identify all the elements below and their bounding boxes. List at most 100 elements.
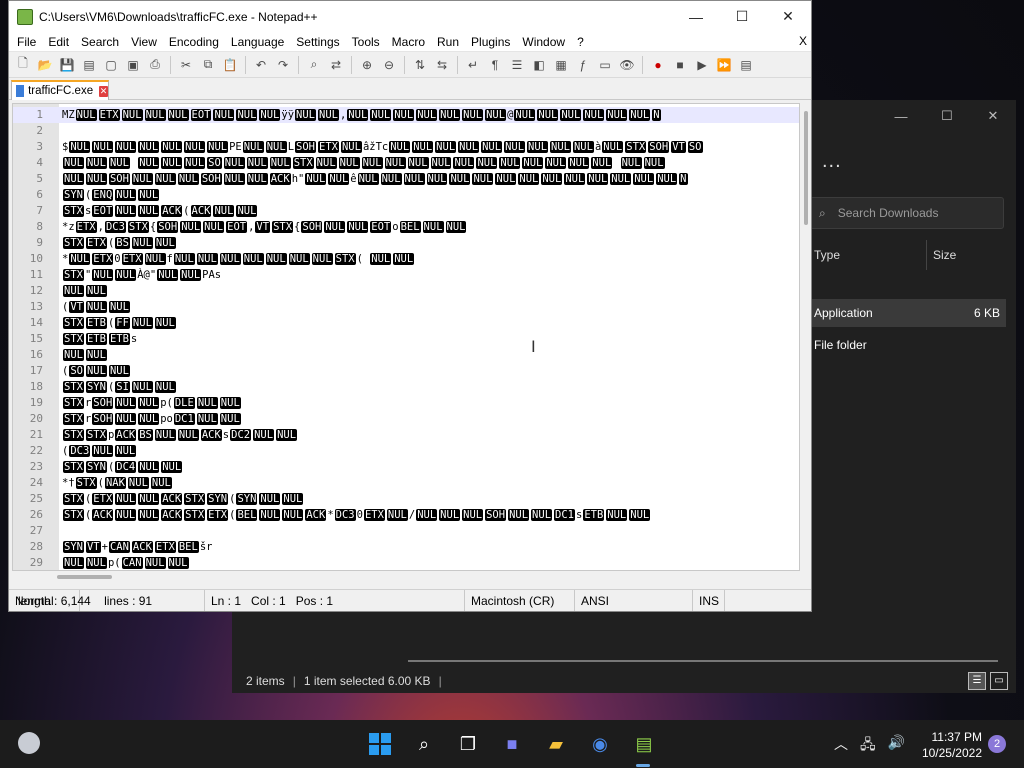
more-options-button[interactable]: ... [822, 150, 842, 173]
document-map-icon[interactable]: ▦ [551, 55, 571, 75]
tiles-view-icon[interactable]: ▭ [990, 672, 1008, 690]
run-macro-multiple-icon[interactable]: ⏩ [714, 55, 734, 75]
column-header-size[interactable]: Size [927, 240, 956, 270]
editor-line[interactable]: 1 MZ NUL ETX NUL NUL NUL EOT NUL NUL NUL ÿÿ NUL NUL, N… [13, 107, 799, 123]
start-button[interactable] [364, 728, 396, 760]
minimize-icon[interactable]: — [673, 1, 719, 32]
save-macro-icon[interactable]: ▤ [736, 55, 756, 75]
editor-line[interactable]: 28 SYN VT + CAN ACK ETX BEL šr [13, 539, 799, 555]
editor-line[interactable]: 4 NUL NUL NUL NUL NUL NUL SO NUL NUL NUL STX NUL NUL… [13, 155, 799, 171]
editor-line[interactable]: 6 SYN(ENQ NUL NUL [13, 187, 799, 203]
editor-line[interactable]: 19 STX r SOH NUL NUL p(DLE NUL NUL [13, 395, 799, 411]
editor-line[interactable]: 10 * NUL ETX 0 ETX NUL f NUL NUL NUL NUL NUL NUL NUL ST… [13, 251, 799, 267]
editor-line[interactable]: 12 NUL NUL [13, 283, 799, 299]
print-icon[interactable]: ⎙ [145, 55, 165, 75]
menu-tools[interactable]: Tools [346, 35, 386, 49]
editor-line[interactable]: 29 NUL NUL p(CAN NUL NUL [13, 555, 799, 570]
weather-icon[interactable] [18, 732, 40, 754]
editor-line[interactable]: 23 STX SYN(DC4 NUL NUL [13, 459, 799, 475]
column-header-type[interactable]: Type [810, 240, 927, 270]
menu-settings[interactable]: Settings [290, 35, 345, 49]
editor-area[interactable]: 1 MZ NUL ETX NUL NUL NUL EOT NUL NUL NUL ÿÿ NUL NUL, N… [12, 103, 800, 571]
open-file-icon[interactable]: 📂 [35, 55, 55, 75]
maximize-icon[interactable]: ☐ [924, 100, 970, 132]
close-icon[interactable]: ✕ [765, 1, 811, 32]
sync-vertical-icon[interactable]: ⇅ [410, 55, 430, 75]
close-icon[interactable]: ✕ [970, 100, 1016, 132]
horizontal-scrollbar[interactable] [12, 571, 800, 583]
notification-badge[interactable]: 2 [988, 735, 1006, 753]
menu-macro[interactable]: Macro [386, 35, 431, 49]
record-macro-icon[interactable]: ● [648, 55, 668, 75]
editor-line[interactable]: 18 STX SYN(SI NUL NUL [13, 379, 799, 395]
file-explorer-icon[interactable]: ▰ [540, 728, 572, 760]
network-icon[interactable]: 🖧 [860, 734, 876, 758]
sync-horizontal-icon[interactable]: ⇆ [432, 55, 452, 75]
editor-line[interactable]: 20 STX r SOH NUL NUL po DC1 NUL NUL [13, 411, 799, 427]
task-view-icon[interactable]: ❐ [452, 728, 484, 760]
volume-icon[interactable]: 🔊 [888, 734, 905, 758]
notepad-plus-plus-icon[interactable]: ▤ [628, 728, 660, 760]
chat-icon[interactable]: ■ [496, 728, 528, 760]
menu-plugins[interactable]: Plugins [465, 35, 516, 49]
menu-edit[interactable]: Edit [42, 35, 75, 49]
editor-line[interactable]: 8 *z ETX, DC3 STX{SOH NUL NUL EOT, VT STX{SOH NUL N… [13, 219, 799, 235]
replace-icon[interactable]: ⇄ [326, 55, 346, 75]
editor-line[interactable]: 13 (VT NUL NUL [13, 299, 799, 315]
title-bar[interactable]: C:\Users\VM6\Downloads\trafficFC.exe - N… [9, 1, 811, 32]
close-all-icon[interactable]: ▣ [123, 55, 143, 75]
clock[interactable]: 11:37 PM 10/25/2022 [922, 729, 982, 761]
editor-line[interactable]: 7 STX s EOT NUL NUL ACK(ACK NUL NUL [13, 203, 799, 219]
menu-encoding[interactable]: Encoding [163, 35, 225, 49]
horizontal-scrollbar[interactable] [408, 660, 998, 662]
editor-line[interactable]: 16 NUL NUL [13, 347, 799, 363]
minimize-icon[interactable]: — [878, 100, 924, 132]
menu-run[interactable]: Run [431, 35, 465, 49]
editor-line[interactable]: 17 (SO NUL NUL [13, 363, 799, 379]
editor-line[interactable]: 5 NUL NUL SOH NUL NUL NUL SOH NUL NUL ACK h" NUL NUL ê… [13, 171, 799, 187]
editor-line[interactable]: 25 STX(ETX NUL NUL ACK STX SYN(SYN NUL NUL [13, 491, 799, 507]
monitoring-icon[interactable]: 👁 [617, 55, 637, 75]
close-tab-icon[interactable]: ✕ [99, 85, 108, 97]
details-view-icon[interactable]: ☰ [968, 672, 986, 690]
save-icon[interactable]: 💾 [57, 55, 77, 75]
search-icon[interactable]: ⌕ [408, 728, 440, 760]
editor-line[interactable]: 9 STX ETX(BS NUL NUL [13, 235, 799, 251]
file-row-selected[interactable]: Application 6 KB [810, 299, 1006, 327]
editor-line[interactable]: 24 *† STX(NAK NUL NUL [13, 475, 799, 491]
indent-guide-icon[interactable]: ☰ [507, 55, 527, 75]
editor-line[interactable]: 15 STX ETB ETB s [13, 331, 799, 347]
save-all-icon[interactable]: ▤ [79, 55, 99, 75]
copy-icon[interactable]: ⧉ [198, 55, 218, 75]
folder-workspace-icon[interactable]: ▭ [595, 55, 615, 75]
menu-file[interactable]: File [11, 35, 42, 49]
cut-icon[interactable]: ✂ [176, 55, 196, 75]
editor-line[interactable]: 14 STX ETB(FF NUL NUL [13, 315, 799, 331]
menu-window[interactable]: Window [516, 35, 571, 49]
zoom-out-icon[interactable]: ⊖ [379, 55, 399, 75]
tab-document[interactable]: trafficFC.exe ✕ [11, 80, 109, 100]
menu-view[interactable]: View [125, 35, 163, 49]
find-icon[interactable]: ⌕ [304, 55, 324, 75]
undo-icon[interactable]: ↶ [251, 55, 271, 75]
close-file-icon[interactable]: ▢ [101, 55, 121, 75]
redo-icon[interactable]: ↷ [273, 55, 293, 75]
paste-icon[interactable]: 📋 [220, 55, 240, 75]
editor-line[interactable]: 26 STX(ACK NUL NUL ACK STX ETX(BEL NUL NUL ACK * DC… [13, 507, 799, 523]
menu-search[interactable]: Search [75, 35, 125, 49]
chrome-icon[interactable]: ◉ [584, 728, 616, 760]
word-wrap-icon[interactable]: ↵ [463, 55, 483, 75]
play-macro-icon[interactable]: ▶ [692, 55, 712, 75]
stop-macro-icon[interactable]: ■ [670, 55, 690, 75]
editor-line[interactable]: 11 STX " NUL NUL À@" NUL NUL PAs [13, 267, 799, 283]
editor-line[interactable]: 22 (DC3 NUL NUL [13, 443, 799, 459]
editor-line[interactable]: 3 $ NUL NUL NUL NUL NUL NUL NUL PE NUL NUL L SOH ETX NU… [13, 139, 799, 155]
menu-help[interactable]: ? [571, 35, 590, 49]
maximize-icon[interactable]: ☐ [719, 1, 765, 32]
scroll-thumb[interactable] [804, 111, 808, 225]
vertical-scrollbar[interactable] [801, 103, 811, 571]
chevron-up-icon[interactable]: ︿ [834, 734, 848, 758]
scroll-thumb[interactable] [57, 575, 112, 579]
menu-language[interactable]: Language [225, 35, 290, 49]
editor-line[interactable]: 27 [13, 523, 799, 539]
